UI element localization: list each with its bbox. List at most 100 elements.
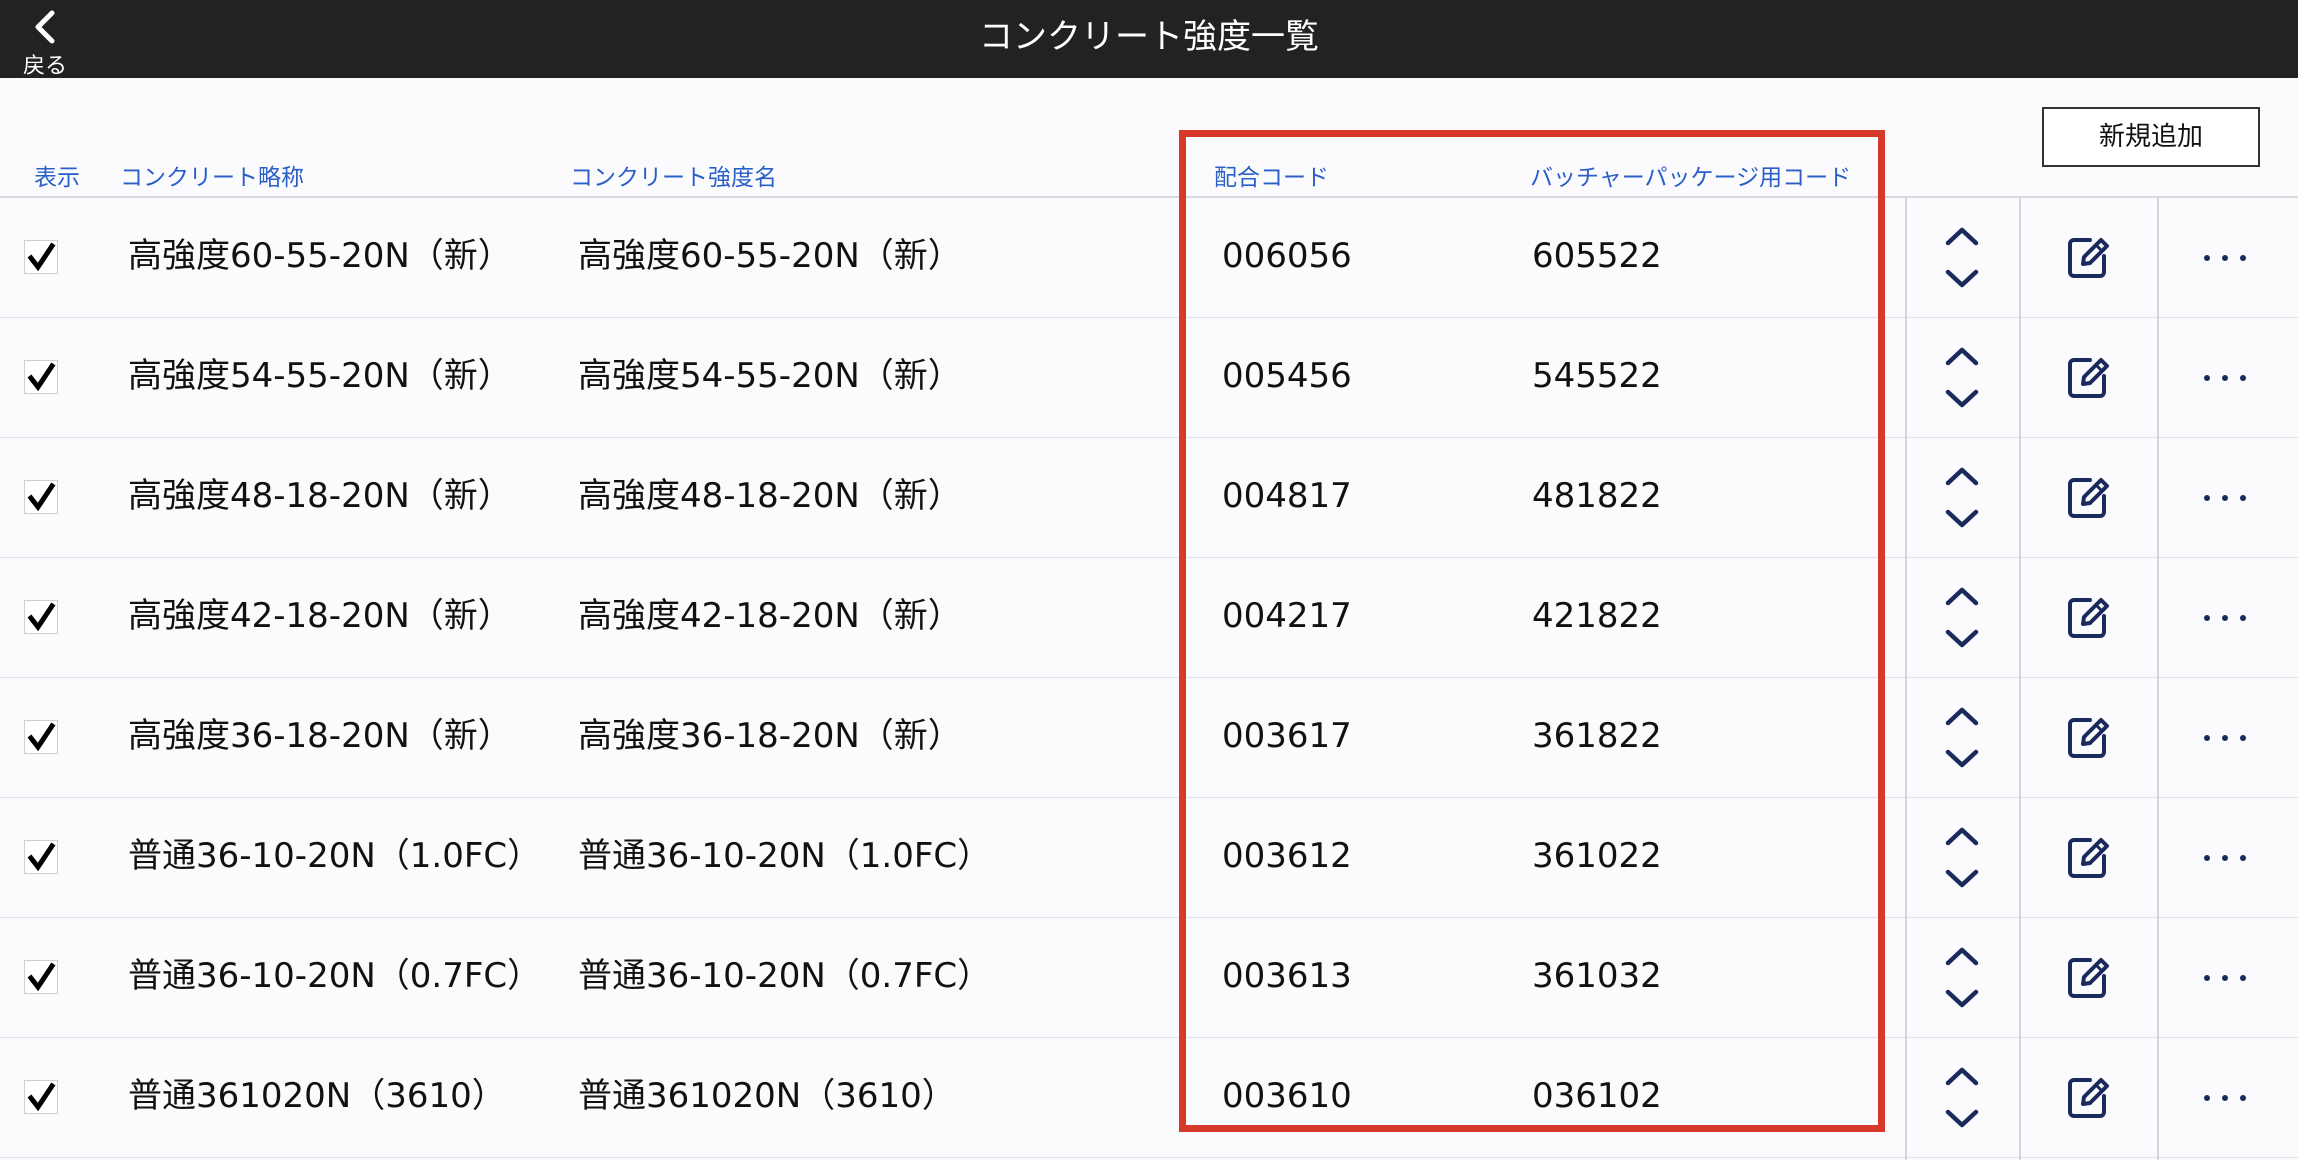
name-cell: 高強度36-18-20N（新） xyxy=(578,716,962,756)
mix-code-cell: 003613 xyxy=(1222,956,1352,996)
table-row: 普通36-10-20N（1.0FC） 普通36-10-20N（1.0FC） 00… xyxy=(0,798,2298,918)
mix-code-cell: 006056 xyxy=(1222,236,1352,276)
batcher-code-cell: 361032 xyxy=(1532,956,1662,996)
edit-button[interactable] xyxy=(2066,714,2110,760)
edit-button[interactable] xyxy=(2066,234,2110,280)
name-cell: 高強度60-55-20N（新） xyxy=(578,236,962,276)
abbrev-cell: 高強度54-55-20N（新） xyxy=(128,356,512,396)
table-row: 高強度48-18-20N（新） 高強度48-18-20N（新） 004817 4… xyxy=(0,438,2298,558)
display-checkbox[interactable] xyxy=(24,960,58,994)
more-button[interactable] xyxy=(2200,722,2250,752)
more-button[interactable] xyxy=(2200,602,2250,632)
batcher-code-cell: 361822 xyxy=(1532,716,1662,756)
name-cell: 高強度54-55-20N（新） xyxy=(578,356,962,396)
batcher-code-cell: 481822 xyxy=(1532,476,1662,516)
batcher-code-cell: 421822 xyxy=(1532,596,1662,636)
edit-icon xyxy=(2068,958,2109,998)
table-row: 高強度36-18-20N（新） 高強度36-18-20N（新） 003617 3… xyxy=(0,678,2298,798)
edit-button[interactable] xyxy=(2066,834,2110,880)
abbrev-cell: 高強度60-55-20N（新） xyxy=(128,236,512,276)
column-header-batcher-code: バッチャーパッケージ用コード xyxy=(1530,165,1852,191)
reorder-button[interactable] xyxy=(1940,338,1984,418)
abbrev-cell: 普通361020N（3610） xyxy=(128,1076,506,1116)
more-button[interactable] xyxy=(2200,242,2250,272)
reorder-arrows-icon xyxy=(1945,1067,1979,1128)
display-checkbox[interactable] xyxy=(24,240,58,274)
add-new-button[interactable]: 新規追加 xyxy=(2042,107,2260,167)
edit-icon xyxy=(2068,598,2109,638)
edit-button[interactable] xyxy=(2066,474,2110,520)
more-dots-icon xyxy=(2204,1095,2246,1101)
reorder-arrows-icon xyxy=(1945,707,1979,768)
edit-icon xyxy=(2068,718,2109,758)
batcher-code-cell: 605522 xyxy=(1532,236,1662,276)
reorder-button[interactable] xyxy=(1940,458,1984,538)
column-header-mix-code: 配合コード xyxy=(1214,165,1329,191)
checkmark-icon xyxy=(27,242,56,272)
abbrev-cell: 高強度42-18-20N（新） xyxy=(128,596,512,636)
name-cell: 普通36-10-20N（0.7FC） xyxy=(578,956,992,996)
name-cell: 普通36-10-20N（1.0FC） xyxy=(578,836,992,876)
display-checkbox[interactable] xyxy=(24,600,58,634)
name-cell: 普通361020N（3610） xyxy=(578,1076,956,1116)
edit-button[interactable] xyxy=(2066,1074,2110,1120)
display-checkbox[interactable] xyxy=(24,480,58,514)
checkmark-icon xyxy=(27,842,56,872)
column-divider xyxy=(1905,198,1907,1160)
more-dots-icon xyxy=(2204,855,2246,861)
checkmark-icon xyxy=(27,722,56,752)
display-checkbox[interactable] xyxy=(24,720,58,754)
batcher-code-cell: 361022 xyxy=(1532,836,1662,876)
abbrev-cell: 普通36-10-20N（1.0FC） xyxy=(128,836,542,876)
reorder-arrows-icon xyxy=(1945,947,1979,1008)
edit-button[interactable] xyxy=(2066,354,2110,400)
edit-icon xyxy=(2068,838,2109,878)
edit-icon xyxy=(2068,1078,2109,1118)
mix-code-cell: 003610 xyxy=(1222,1076,1352,1116)
display-checkbox[interactable] xyxy=(24,840,58,874)
name-cell: 高強度42-18-20N（新） xyxy=(578,596,962,636)
more-button[interactable] xyxy=(2200,362,2250,392)
more-button[interactable] xyxy=(2200,482,2250,512)
abbrev-cell: 高強度36-18-20N（新） xyxy=(128,716,512,756)
table-row: 高強度60-55-20N（新） 高強度60-55-20N（新） 006056 6… xyxy=(0,198,2298,318)
reorder-arrows-icon xyxy=(1945,827,1979,888)
top-bar: 戻る コンクリート強度一覧 xyxy=(0,0,2298,79)
reorder-button[interactable] xyxy=(1940,218,1984,298)
reorder-arrows-icon xyxy=(1945,347,1979,408)
table-row: 普通361020N（3610） 普通361020N（3610） 003610 0… xyxy=(0,1038,2298,1158)
edit-button[interactable] xyxy=(2066,594,2110,640)
display-checkbox[interactable] xyxy=(24,360,58,394)
reorder-button[interactable] xyxy=(1940,818,1984,898)
mix-code-cell: 003617 xyxy=(1222,716,1352,756)
reorder-arrows-icon xyxy=(1945,227,1979,288)
abbrev-cell: 普通36-10-20N（0.7FC） xyxy=(128,956,542,996)
mix-code-cell: 004817 xyxy=(1222,476,1352,516)
more-button[interactable] xyxy=(2200,962,2250,992)
mix-code-cell: 004217 xyxy=(1222,596,1352,636)
page-title: コンクリート強度一覧 xyxy=(979,17,1319,57)
reorder-button[interactable] xyxy=(1940,1058,1984,1138)
checkmark-icon xyxy=(27,1082,56,1112)
more-dots-icon xyxy=(2204,735,2246,741)
display-checkbox[interactable] xyxy=(24,1080,58,1114)
checkmark-icon xyxy=(27,482,56,512)
reorder-button[interactable] xyxy=(1940,578,1984,658)
more-button[interactable] xyxy=(2200,842,2250,872)
checkmark-icon xyxy=(27,962,56,992)
column-header-name: コンクリート強度名 xyxy=(570,165,777,191)
table-row: 普通36-10-20N（0.7FC） 普通36-10-20N（0.7FC） 00… xyxy=(0,918,2298,1038)
name-cell: 高強度48-18-20N（新） xyxy=(578,476,962,516)
reorder-arrows-icon xyxy=(1945,467,1979,528)
more-dots-icon xyxy=(2204,975,2246,981)
more-dots-icon xyxy=(2204,255,2246,261)
reorder-button[interactable] xyxy=(1940,938,1984,1018)
column-divider xyxy=(2157,198,2159,1160)
column-header-display: 表示 xyxy=(34,165,80,191)
edit-icon xyxy=(2068,478,2109,518)
mix-code-cell: 003612 xyxy=(1222,836,1352,876)
more-button[interactable] xyxy=(2200,1082,2250,1112)
reorder-arrows-icon xyxy=(1945,587,1979,648)
reorder-button[interactable] xyxy=(1940,698,1984,778)
edit-button[interactable] xyxy=(2066,954,2110,1000)
